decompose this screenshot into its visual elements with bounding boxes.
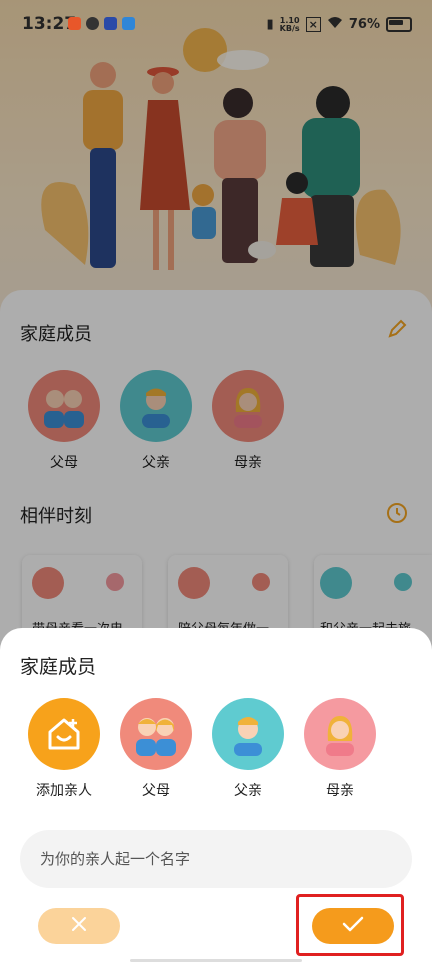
mother-option[interactable]: 母亲: [302, 698, 378, 800]
mother-avatar-icon: [304, 698, 376, 770]
father-option[interactable]: 父亲: [210, 698, 286, 800]
cancel-button[interactable]: [38, 908, 120, 944]
confirm-highlight-box: [296, 894, 404, 956]
status-bar: 13:27 ▮ 1.10 KB/s × 76%: [0, 0, 432, 52]
option-label: 母亲: [326, 783, 354, 799]
app-notification-icon: [122, 17, 135, 30]
parents-option[interactable]: 父母: [118, 698, 194, 800]
sim-icon: ×: [305, 17, 321, 32]
option-label: 父亲: [234, 783, 262, 799]
father-avatar-icon: [212, 698, 284, 770]
close-icon: [70, 915, 88, 937]
add-member-sheet: 家庭成员 添加亲人 父母 父亲 母亲: [0, 628, 432, 964]
app-notification-icon: [86, 17, 99, 30]
vibrate-icon: ▮: [266, 17, 274, 32]
option-label: 添加亲人: [36, 783, 92, 799]
relative-name-input[interactable]: [20, 830, 412, 888]
app-notification-icon: [68, 17, 81, 30]
play-notification-icon: [104, 17, 117, 30]
option-label: 父母: [142, 783, 170, 799]
sheet-title: 家庭成员: [20, 656, 97, 678]
home-indicator: [130, 959, 302, 962]
wifi-icon: [327, 16, 343, 33]
battery-icon: [386, 17, 412, 32]
add-home-icon: [28, 698, 100, 770]
battery-level: 76%: [348, 17, 380, 32]
parents-avatar-icon: [120, 698, 192, 770]
net-speed: 1.10 KB/s: [279, 15, 300, 33]
add-relative-option[interactable]: 添加亲人: [26, 698, 102, 800]
